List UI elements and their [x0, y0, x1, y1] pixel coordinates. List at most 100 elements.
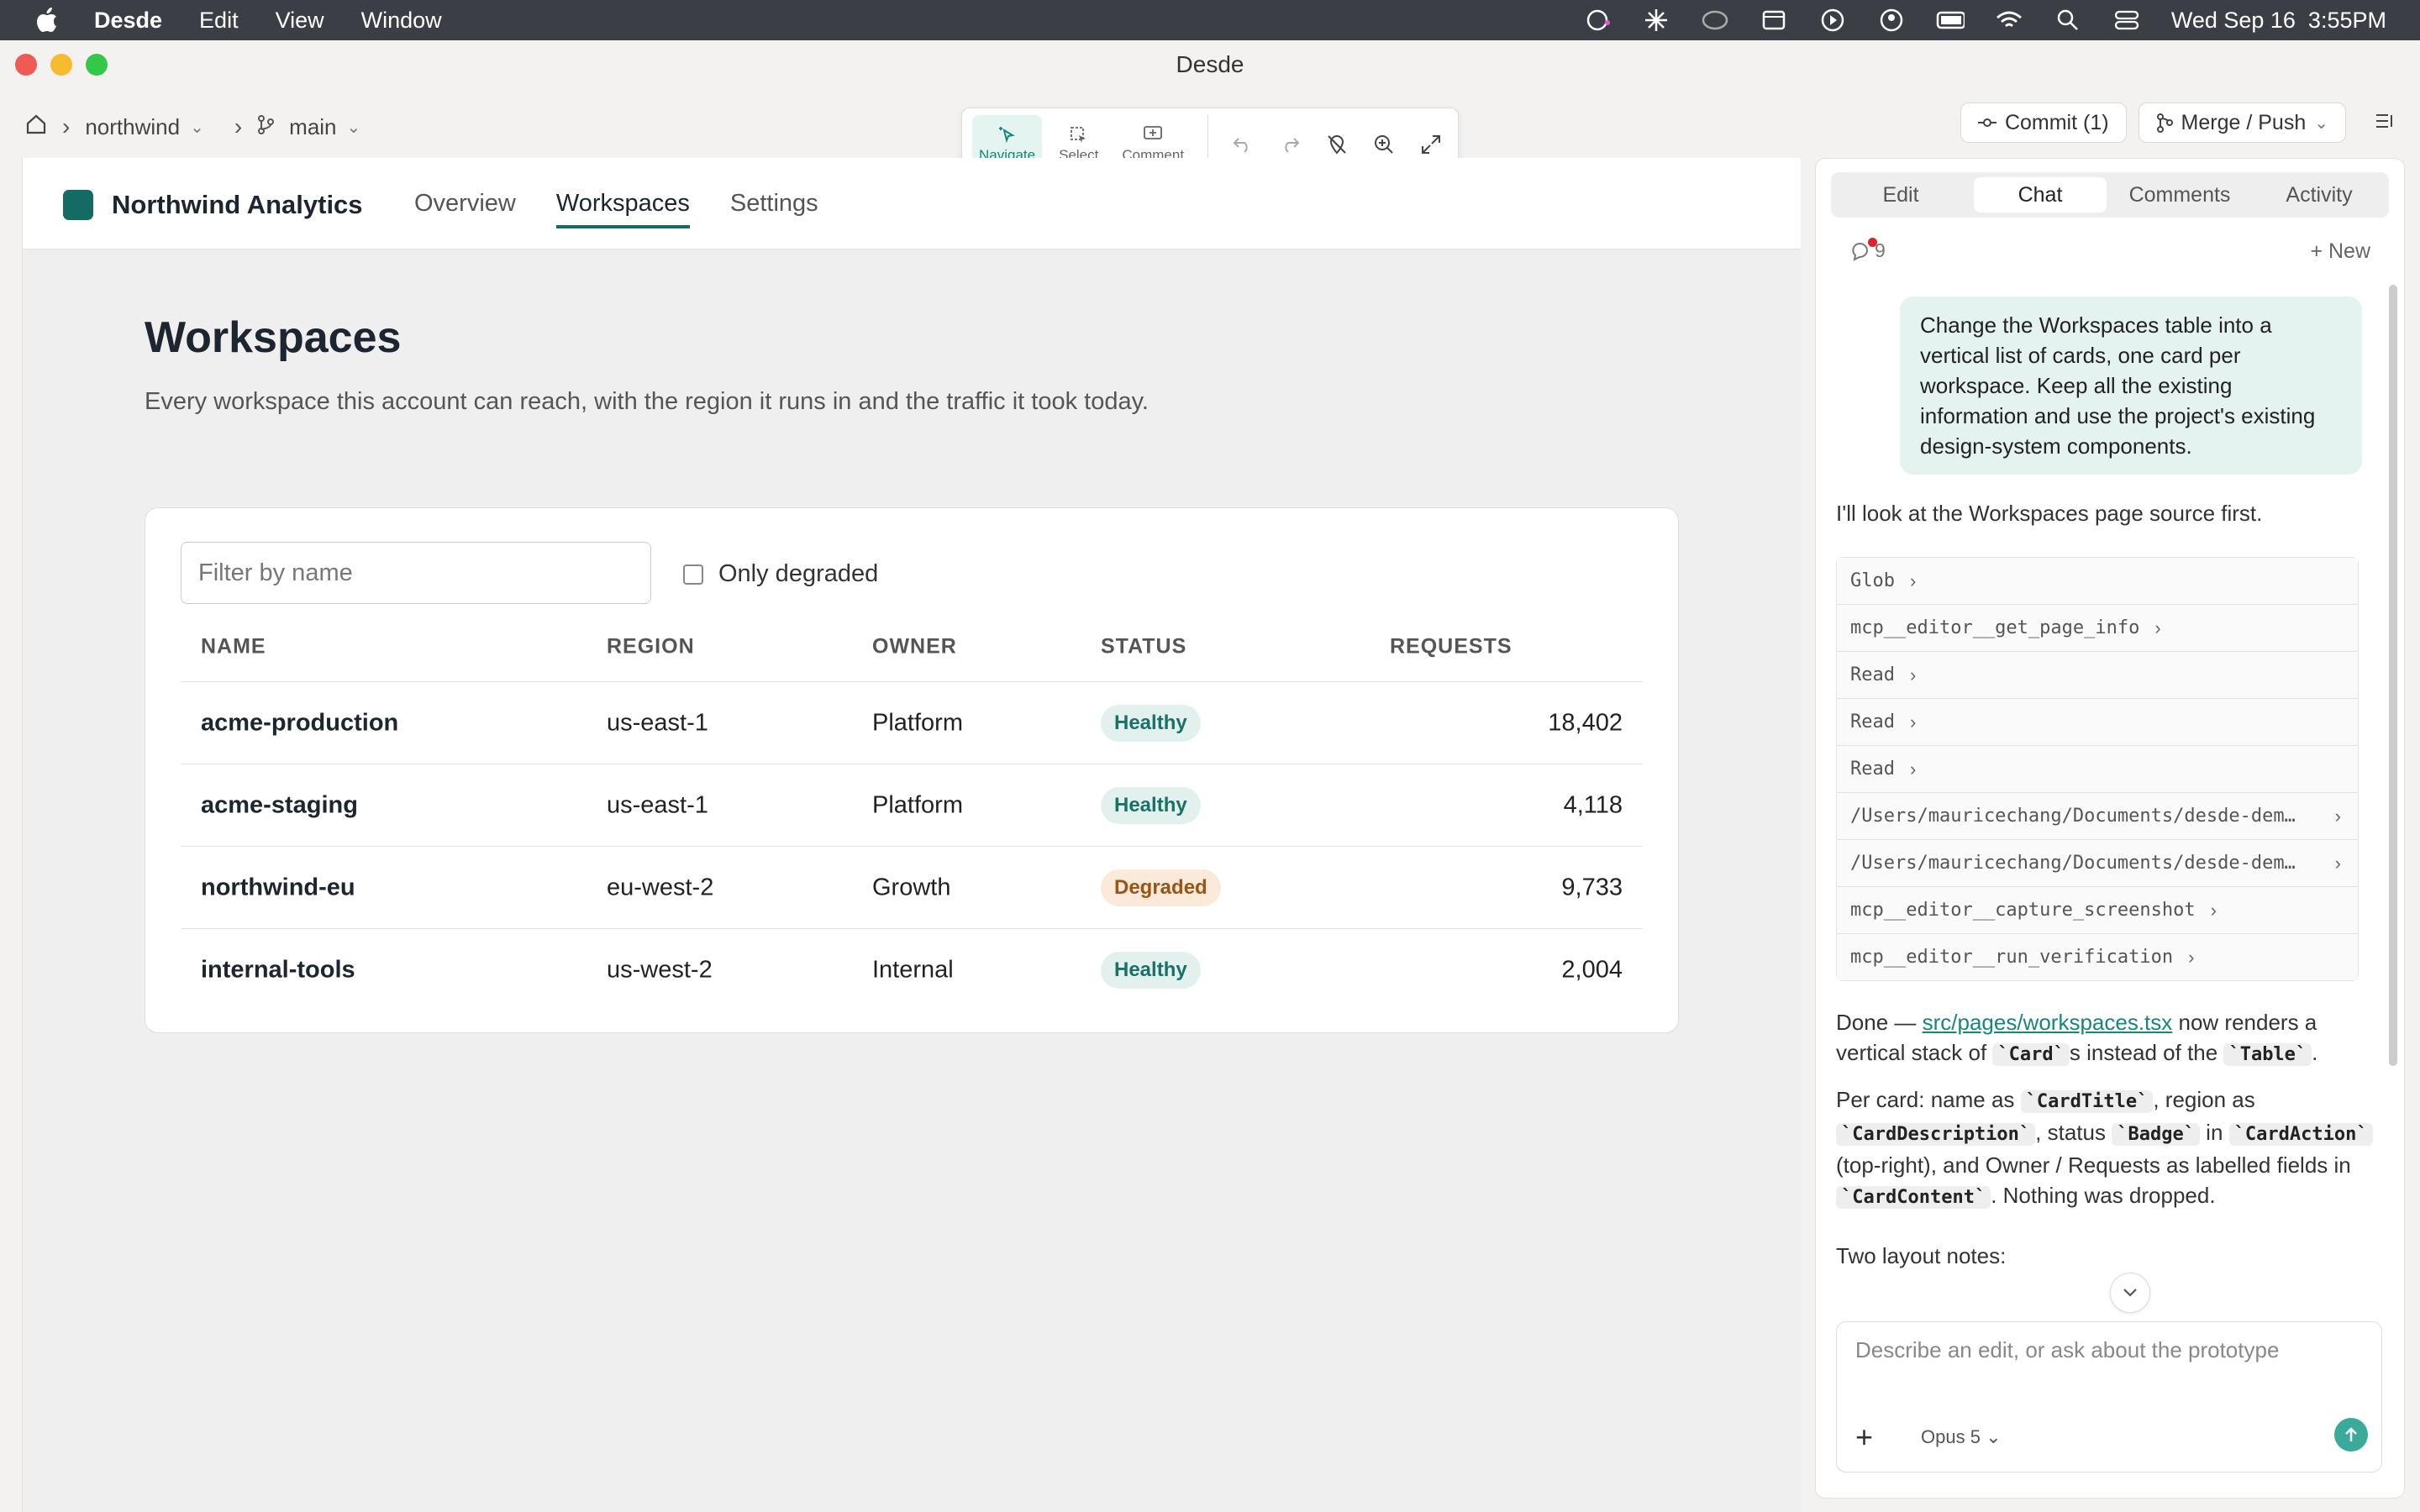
panel-toggle-icon[interactable]: [2375, 112, 2395, 134]
tool-call-list: Glob › mcp__editor__get_page_info › Read › …: [1836, 557, 2359, 981]
workspaces-table: NAME REGION OWNER STATUS REQUESTS acme-p…: [181, 612, 1643, 1011]
tool-call-item[interactable]: Glob ›: [1837, 558, 2358, 605]
tool-call-item[interactable]: mcp__editor__get_page_info ›: [1837, 605, 2358, 652]
table-row[interactable]: northwind-eu eu-west-2 Growth Degraded 9…: [181, 847, 1643, 929]
workspaces-card: Filter by name Only degraded NAME REGION…: [145, 507, 1679, 1033]
chevron-down-icon: [2123, 1289, 2137, 1297]
tool-call-label: /Users/mauricechang/Documents/desde-dem…: [1850, 853, 2296, 874]
table-row[interactable]: acme-production us-east-1 Platform Healt…: [181, 682, 1643, 764]
chevron-right-icon: ›: [62, 113, 71, 139]
hide-pins-icon[interactable]: [1324, 132, 1349, 157]
merge-push-button[interactable]: Merge / Push ⌄: [2138, 102, 2346, 143]
chevron-right-icon: ›: [2188, 946, 2195, 968]
table-row[interactable]: acme-staging us-east-1 Platform Healthy …: [181, 764, 1643, 847]
menu-edit[interactable]: Edit: [199, 8, 239, 34]
message-text: (top-right), and Owner / Requests as lab…: [1836, 1152, 2351, 1178]
tool-call-label: /Users/mauricechang/Documents/desde-dem…: [1850, 806, 2296, 827]
search-icon[interactable]: [2054, 6, 2082, 34]
branch-icon: [257, 114, 275, 140]
panel-tab-edit[interactable]: Edit: [1834, 177, 1967, 213]
workspace-region: us-west-2: [607, 956, 713, 983]
tab-workspaces[interactable]: Workspaces: [555, 158, 690, 249]
menu-view[interactable]: View: [276, 8, 324, 34]
tab-overview[interactable]: Overview: [414, 158, 516, 249]
commit-button[interactable]: Commit (1): [1960, 102, 2127, 143]
project-selector[interactable]: northwind: [85, 114, 180, 140]
sparkle-icon[interactable]: [1642, 6, 1670, 34]
toolbar-actions: Commit (1) Merge / Push ⌄: [1960, 102, 2395, 143]
home-icon[interactable]: [25, 113, 47, 141]
chevron-right-icon: ›: [1909, 711, 1917, 732]
message-text: Done —: [1836, 1010, 1923, 1035]
workspace-requests: 18,402: [1548, 709, 1623, 736]
inline-code: `CardContent`: [1836, 1186, 1991, 1209]
chevron-right-icon: ›: [2210, 899, 2217, 921]
wifi-icon[interactable]: [1995, 6, 2023, 34]
workspace-requests: 2,004: [1561, 956, 1623, 983]
table-row[interactable]: internal-tools us-west-2 Internal Health…: [181, 929, 1643, 1011]
panel-tabs: Edit Chat Comments Activity: [1831, 172, 2389, 218]
thread-count[interactable]: 9: [1849, 238, 1886, 262]
column-header-owner[interactable]: OWNER: [872, 635, 957, 659]
tab-settings[interactable]: Settings: [730, 158, 818, 249]
menubar-clock[interactable]: Wed Sep 16 3:55PM: [2171, 8, 2386, 34]
workspace-owner: Platform: [872, 709, 963, 736]
tool-call-item[interactable]: /Users/mauricechang/Documents/desde-dem……: [1837, 793, 2358, 840]
chat-bubble-icon: [1852, 242, 1868, 261]
tool-call-item[interactable]: mcp__editor__capture_screenshot ›: [1837, 887, 2358, 934]
scrollbar[interactable]: [2389, 285, 2397, 1066]
undo-icon[interactable]: [1230, 132, 1255, 157]
scroll-to-bottom-button[interactable]: [2110, 1273, 2150, 1313]
panel-tab-comments[interactable]: Comments: [2113, 177, 2246, 213]
only-degraded-checkbox[interactable]: Only degraded: [683, 560, 878, 588]
panel-tab-chat[interactable]: Chat: [1974, 177, 2107, 213]
checkbox-icon[interactable]: [683, 564, 703, 585]
workspace-region: eu-west-2: [607, 874, 714, 900]
apple-icon[interactable]: [34, 5, 60, 35]
tool-call-item[interactable]: mcp__editor__run_verification ›: [1837, 934, 2358, 980]
file-link[interactable]: src/pages/workspaces.tsx: [1923, 1010, 2173, 1035]
add-attachment-icon[interactable]: +: [1855, 1420, 1873, 1455]
workspace-name: northwind-eu: [201, 874, 355, 900]
workspace-name: acme-staging: [201, 791, 358, 818]
menu-window[interactable]: Window: [361, 8, 442, 34]
column-header-region[interactable]: REGION: [607, 635, 695, 659]
user-account-icon[interactable]: [1877, 6, 1906, 34]
chevron-right-icon: ›: [2334, 852, 2341, 874]
battery-icon[interactable]: [1936, 6, 1965, 34]
creative-cloud-icon[interactable]: [1701, 6, 1729, 34]
column-header-requests[interactable]: REQUESTS: [1390, 635, 1512, 659]
status-badge: Healthy: [1101, 786, 1201, 824]
openai-icon[interactable]: [1583, 6, 1612, 34]
column-header-name[interactable]: NAME: [201, 635, 266, 659]
play-icon[interactable]: [1818, 6, 1847, 34]
assistant-done-message: Done — src/pages/workspaces.tsx now rend…: [1836, 1007, 2374, 1070]
tool-call-label: Read: [1850, 759, 1895, 780]
column-header-status[interactable]: STATUS: [1101, 635, 1186, 659]
new-chat-button[interactable]: + New: [2310, 239, 2370, 264]
chat-composer[interactable]: Describe an edit, or ask about the proto…: [1836, 1321, 2382, 1473]
tool-call-item[interactable]: Read ›: [1837, 652, 2358, 699]
tool-call-item[interactable]: /Users/mauricechang/Documents/desde-dem……: [1837, 840, 2358, 887]
message-text: . Nothing was dropped.: [1991, 1183, 2216, 1208]
filter-input[interactable]: Filter by name: [181, 542, 651, 604]
zoom-in-icon[interactable]: [1371, 132, 1397, 157]
assistant-percard-message: Per card: name as `CardTitle`, region as…: [1836, 1084, 2374, 1213]
redo-icon[interactable]: [1277, 132, 1302, 157]
send-button[interactable]: [2334, 1418, 2368, 1452]
calendar-icon[interactable]: [1760, 6, 1788, 34]
window-title: Desde: [1176, 51, 1244, 77]
chevron-down-icon[interactable]: ⌄: [347, 117, 361, 138]
tool-call-item[interactable]: Read ›: [1837, 746, 2358, 793]
brand[interactable]: Northwind Analytics: [63, 190, 363, 220]
chevron-down-icon[interactable]: ⌄: [190, 117, 204, 138]
message-text: , region as: [2153, 1087, 2255, 1112]
panel-tab-activity[interactable]: Activity: [2253, 177, 2386, 213]
expand-icon[interactable]: [1418, 132, 1444, 157]
model-selector[interactable]: Opus 5 ⌄: [1921, 1426, 2002, 1448]
menu-app-name[interactable]: Desde: [94, 8, 162, 34]
control-center-icon[interactable]: [2112, 6, 2141, 34]
only-degraded-label: Only degraded: [718, 560, 879, 587]
tool-call-item[interactable]: Read ›: [1837, 699, 2358, 746]
branch-selector[interactable]: main: [289, 114, 336, 140]
